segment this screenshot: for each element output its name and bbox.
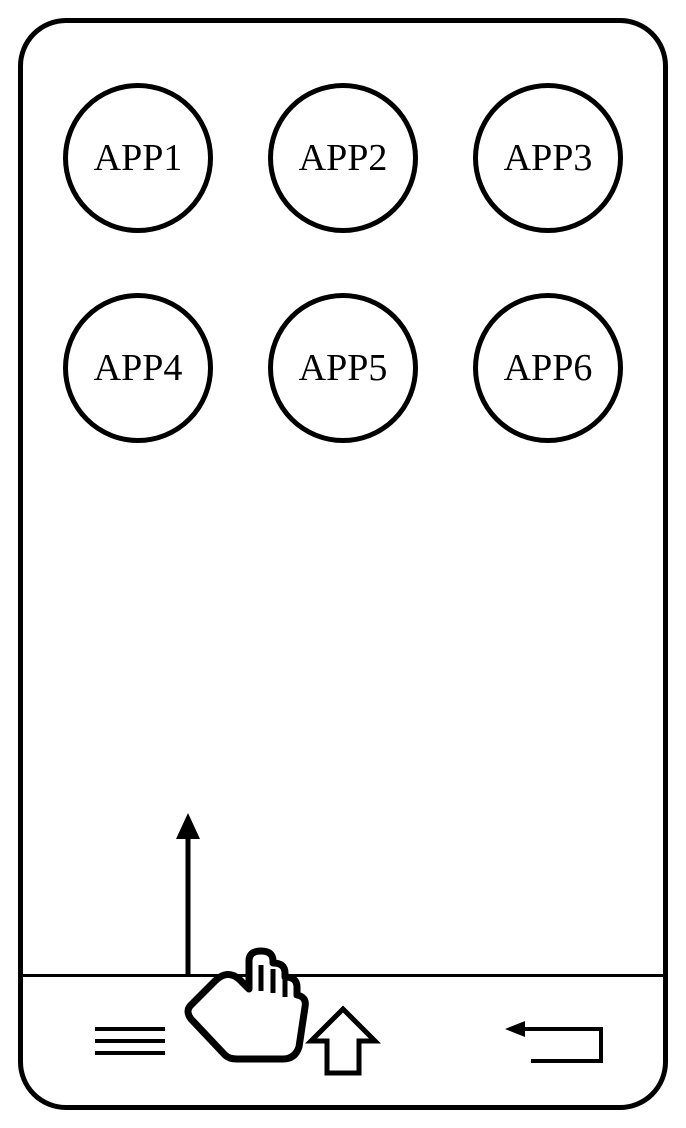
app-label: APP1 [94, 136, 183, 180]
app-icon-1[interactable]: APP1 [63, 83, 213, 233]
app-label: APP5 [299, 346, 388, 390]
home-arrow-up-icon [303, 1001, 383, 1081]
navigation-bar [23, 977, 663, 1105]
app-icon-6[interactable]: APP6 [473, 293, 623, 443]
phone-frame: APP1 APP2 APP3 APP4 APP5 APP6 [18, 18, 668, 1110]
app-label: APP4 [94, 346, 183, 390]
app-icon-3[interactable]: APP3 [473, 83, 623, 233]
back-icon [501, 1011, 611, 1071]
apps-grid: APP1 APP2 APP3 APP4 APP5 APP6 [63, 83, 623, 443]
app-icon-2[interactable]: APP2 [268, 83, 418, 233]
home-screen[interactable]: APP1 APP2 APP3 APP4 APP5 APP6 [23, 53, 663, 975]
app-icon-5[interactable]: APP5 [268, 293, 418, 443]
app-label: APP3 [504, 136, 593, 180]
back-button[interactable] [496, 1001, 616, 1081]
app-icon-4[interactable]: APP4 [63, 293, 213, 443]
home-button[interactable] [283, 1001, 403, 1081]
app-label: APP2 [299, 136, 388, 180]
menu-button[interactable] [70, 1001, 190, 1081]
menu-icon [90, 1021, 170, 1061]
app-label: APP6 [504, 346, 593, 390]
